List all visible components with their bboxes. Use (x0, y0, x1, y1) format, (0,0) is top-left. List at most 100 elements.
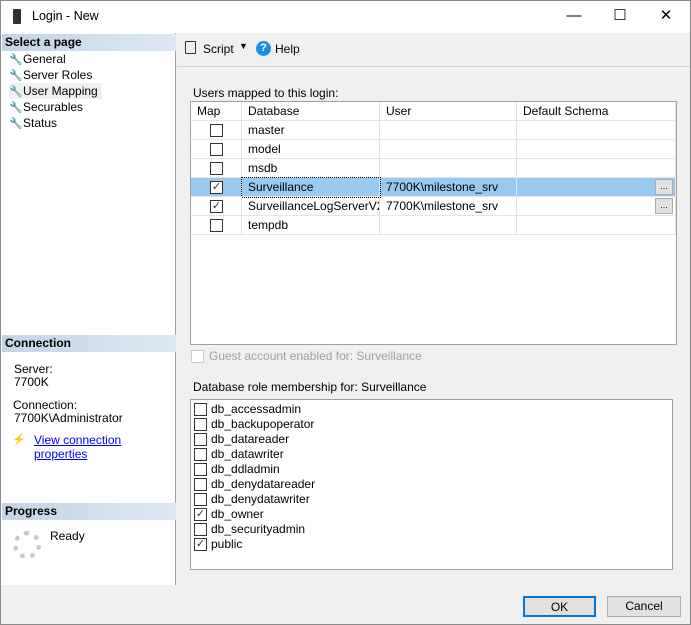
table-row[interactable]: model (191, 140, 676, 159)
column-header[interactable]: User (380, 102, 517, 121)
database-cell[interactable]: Surveillance (241, 177, 381, 198)
role-checkbox[interactable] (194, 403, 207, 416)
table-row[interactable]: ✓ SurveillanceLogServerV2 7700K\milestone_… (191, 197, 676, 216)
role-item-db_datareader[interactable]: db_datareader (194, 432, 289, 447)
database-cell[interactable]: SurveillanceLogServerV2 (242, 197, 380, 216)
role-checkbox[interactable]: ✓ (194, 538, 207, 551)
users-mapped-label: Users mapped to this login: (193, 86, 339, 100)
map-checkbox[interactable] (210, 124, 223, 137)
guest-account-label: Guest account enabled for: Surveillance (209, 349, 422, 363)
role-checkbox[interactable] (194, 433, 207, 446)
connection-value: 7700K\Administrator (14, 411, 123, 425)
close-button[interactable]: ✕ (643, 1, 689, 33)
script-button[interactable]: Script (203, 42, 234, 56)
browse-schema-button[interactable]: ... (655, 179, 673, 195)
script-dropdown-icon[interactable]: ▼ (239, 41, 248, 51)
user-cell[interactable] (380, 140, 517, 159)
user-cell[interactable]: 7700K\milestone_srv (380, 178, 517, 197)
minimize-button[interactable]: — (551, 1, 597, 33)
column-header[interactable]: Default Schema (517, 102, 676, 121)
cancel-button[interactable]: Cancel (607, 596, 681, 617)
user-cell[interactable]: 7700K\milestone_srv (380, 197, 517, 216)
role-item-db_datawriter[interactable]: db_datawriter (194, 447, 284, 462)
wrench-icon: 🔧 (9, 118, 23, 130)
map-cell: ✓ (191, 178, 242, 197)
role-label: db_ddladmin (211, 462, 280, 476)
wrench-icon: 🔧 (9, 54, 23, 66)
role-checkbox[interactable]: ✓ (194, 508, 207, 521)
sidebar-item-label: Securables (23, 100, 84, 114)
role-item-db_ddladmin[interactable]: db_ddladmin (194, 462, 280, 477)
wrench-icon: 🔧 (9, 102, 23, 114)
table-row[interactable]: msdb (191, 159, 676, 178)
table-row[interactable]: master (191, 121, 676, 140)
role-label: db_datawriter (211, 447, 284, 461)
progress-status: Ready (50, 529, 85, 543)
role-checkbox[interactable] (194, 448, 207, 461)
user-cell[interactable] (380, 121, 517, 140)
role-item-db_denydatawriter[interactable]: db_denydatawriter (194, 492, 310, 507)
role-checkbox[interactable] (194, 493, 207, 506)
maximize-button[interactable]: ☐ (597, 1, 643, 33)
user-cell[interactable] (380, 216, 517, 235)
column-header[interactable]: Database (242, 102, 380, 121)
database-cell[interactable]: master (242, 121, 380, 140)
guest-account-checkbox[interactable] (191, 350, 204, 363)
toolbar: Script ▼ ? Help (177, 33, 690, 67)
sidebar-item-label: Server Roles (23, 68, 93, 82)
sidebar-item-status[interactable]: 🔧Status (9, 115, 61, 131)
table-row[interactable]: ✓ Surveillance 7700K\milestone_srv... (191, 177, 676, 198)
schema-cell[interactable]: ... (517, 197, 676, 216)
schema-cell[interactable] (517, 140, 676, 159)
sidebar-item-server-roles[interactable]: 🔧Server Roles (9, 67, 96, 83)
user-cell[interactable] (380, 159, 517, 178)
role-checkbox[interactable] (194, 478, 207, 491)
database-cell[interactable]: model (242, 140, 380, 159)
role-label: db_owner (211, 507, 264, 521)
role-item-db_securityadmin[interactable]: db_securityadmin (194, 522, 305, 537)
map-checkbox[interactable] (210, 143, 223, 156)
role-membership-list: db_accessadmin db_backupoperator db_datare… (190, 399, 673, 570)
schema-cell[interactable] (517, 159, 676, 178)
role-item-public[interactable]: ✓ public (194, 537, 242, 552)
database-value: model (248, 142, 281, 156)
role-item-db_backupoperator[interactable]: db_backupoperator (194, 417, 314, 432)
column-header[interactable]: Map (191, 102, 242, 121)
role-checkbox[interactable] (194, 463, 207, 476)
server-icon (13, 9, 21, 24)
help-button[interactable]: Help (275, 42, 300, 56)
login-dialog: Login - New — ☐ ✕ Select a page 🔧General… (0, 0, 691, 625)
script-icon (185, 41, 196, 54)
ok-button[interactable]: OK (523, 596, 596, 617)
map-checkbox[interactable]: ✓ (210, 200, 223, 213)
view-connection-properties-link[interactable]: View connection properties (34, 433, 175, 461)
sidebar-item-user-mapping[interactable]: 🔧User Mapping (9, 83, 102, 99)
sidebar-item-securables[interactable]: 🔧Securables (9, 99, 87, 115)
map-cell (191, 159, 242, 178)
schema-cell[interactable] (517, 121, 676, 140)
help-icon: ? (256, 41, 271, 56)
role-checkbox[interactable] (194, 418, 207, 431)
sidebar-item-label: User Mapping (23, 84, 98, 98)
wrench-icon: 🔧 (9, 86, 23, 98)
browse-schema-button[interactable]: ... (655, 198, 673, 214)
role-checkbox[interactable] (194, 523, 207, 536)
schema-cell[interactable]: ... (517, 178, 676, 197)
map-checkbox[interactable]: ✓ (210, 181, 223, 194)
table-row[interactable]: tempdb (191, 216, 676, 235)
role-item-db_accessadmin[interactable]: db_accessadmin (194, 402, 301, 417)
database-cell[interactable]: msdb (242, 159, 380, 178)
role-label: db_denydatawriter (211, 492, 310, 506)
role-label: public (211, 537, 243, 551)
schema-cell[interactable] (517, 216, 676, 235)
role-item-db_denydatareader[interactable]: db_denydatareader (194, 477, 315, 492)
select-page-header: Select a page (2, 34, 176, 51)
database-value: tempdb (248, 218, 289, 232)
sidebar-item-general[interactable]: 🔧General (9, 51, 70, 67)
map-checkbox[interactable] (210, 162, 223, 175)
role-item-db_owner[interactable]: ✓ db_owner (194, 507, 264, 522)
map-checkbox[interactable] (210, 219, 223, 232)
window-title: Login - New (32, 9, 99, 23)
database-cell[interactable]: tempdb (242, 216, 380, 235)
connection-label: Connection: (13, 398, 78, 412)
